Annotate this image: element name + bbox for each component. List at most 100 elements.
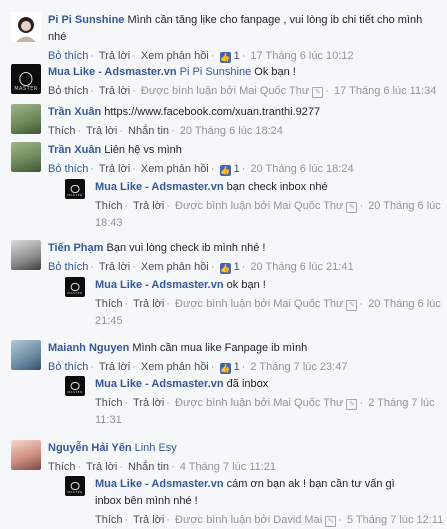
unlike-button[interactable]: Bỏ thích: [48, 361, 88, 373]
logo-icon: [70, 381, 80, 391]
avatar[interactable]: [11, 142, 41, 172]
timestamp[interactable]: 20 Tháng 6 lúc 21:41: [250, 261, 353, 273]
mention-link[interactable]: Pi Pi Sunshine: [180, 66, 252, 78]
comment-author[interactable]: Mua Like - Adsmaster.vn: [95, 181, 224, 193]
like-count[interactable]: 1: [234, 163, 240, 175]
avatar[interactable]: [11, 12, 41, 42]
posted-by-text: Được bình luận bởi Mai Quốc Thư: [175, 298, 344, 310]
comment: Pi Pi Sunshine Mình cần tăng lịke cho fa…: [0, 12, 447, 63]
reply-button[interactable]: Trả lời: [133, 298, 164, 310]
posted-by-text: Được bình luận bởi Mai Quốc Thư: [175, 200, 344, 212]
avatar-logo-text: MASTER: [14, 85, 38, 92]
reply-button[interactable]: Trả lời: [86, 125, 117, 137]
like-count[interactable]: 1: [234, 261, 240, 273]
reply-button[interactable]: Trả lời: [99, 50, 130, 62]
unlike-button[interactable]: Bỏ thích: [48, 261, 88, 273]
unlike-button[interactable]: Bỏ thích: [48, 50, 88, 62]
comment-author[interactable]: Nguyễn Hải Yến: [48, 442, 132, 454]
posted-by-text: Được bình luận bởi David Mai: [175, 514, 323, 526]
comment-author[interactable]: Trần Xuân: [48, 144, 101, 156]
reply-button[interactable]: Trả lời: [99, 261, 130, 273]
timestamp[interactable]: 2 Tháng 7 lúc 23:47: [250, 361, 347, 373]
like-button[interactable]: Thích: [95, 200, 123, 212]
page-avatar[interactable]: MASTER: [11, 64, 41, 94]
avatar-logo-text: MASTER: [67, 193, 83, 198]
comment: Maianh Nguyen Mình cần mua like Fanpage …: [0, 340, 447, 374]
avatar[interactable]: [11, 240, 41, 270]
reply-button[interactable]: Trả lời: [133, 514, 164, 526]
reply: MASTER Mua Like - Adsmaster.vn đã inbox …: [65, 376, 447, 426]
timestamp[interactable]: 20 Tháng 6 lúc 18:24: [180, 125, 283, 137]
avatar[interactable]: [11, 340, 41, 370]
comment-text: Ok bạn !: [254, 66, 296, 78]
like-icon: 👍: [219, 165, 231, 176]
timestamp[interactable]: 4 Tháng 7 lúc 11:21: [180, 461, 276, 473]
edit-icon[interactable]: ✎: [346, 202, 358, 213]
unlike-button[interactable]: Bỏ thích: [48, 85, 88, 97]
comment-author[interactable]: Mua Like - Adsmaster.vn: [95, 378, 224, 390]
reply-button[interactable]: Trả lời: [133, 200, 164, 212]
like-button[interactable]: Thích: [95, 397, 123, 409]
comment-author[interactable]: Mua Like - Adsmaster.vn: [48, 66, 177, 78]
timestamp[interactable]: 20 Tháng 6 lúc 18:24: [250, 163, 353, 175]
comment-author[interactable]: Mua Like - Adsmaster.vn: [95, 478, 224, 490]
like-button[interactable]: Thích: [48, 125, 76, 137]
reply-button[interactable]: Trả lời: [99, 163, 130, 175]
reply-button[interactable]: Trả lời: [99, 85, 130, 97]
mention-link[interactable]: Linh Esy: [135, 442, 177, 454]
page-avatar[interactable]: MASTER: [65, 179, 85, 199]
unlike-button[interactable]: Bỏ thích: [48, 163, 88, 175]
like-count[interactable]: 1: [234, 361, 240, 373]
message-button[interactable]: Nhắn tin: [128, 461, 169, 473]
like-button[interactable]: Thích: [48, 461, 76, 473]
posted-by-text: Được bình luận bởi Mai Quốc Thư: [140, 85, 310, 97]
like-icon: 👍: [219, 363, 231, 374]
logo-icon: [70, 481, 80, 491]
comment: Nguyễn Hải Yến Linh Esy Thích · Trả lời · …: [0, 440, 447, 473]
timestamp[interactable]: 5 Tháng 7 lúc 12:11: [347, 514, 443, 526]
comment: Tiến Phạm Bạn vui lòng check ib mình nhé…: [0, 240, 447, 274]
like-icon: 👍: [219, 263, 231, 274]
reply: MASTER Mua Like - Adsmaster.vn ok bạn ! …: [65, 277, 447, 327]
page-avatar[interactable]: MASTER: [65, 376, 85, 396]
comment-author[interactable]: Maianh Nguyen: [48, 342, 129, 354]
edit-icon[interactable]: ✎: [346, 300, 358, 311]
view-replies-button[interactable]: Xem phản hồi: [141, 261, 209, 273]
timestamp[interactable]: 17 Tháng 6 lúc 11:34: [334, 85, 436, 97]
like-count[interactable]: 1: [234, 50, 240, 62]
reply: MASTER Mua Like - Adsmaster.vn cám ơn bạ…: [65, 476, 447, 527]
like-icon: 👍: [219, 52, 231, 63]
comment-text: Liên hệ vs mình: [104, 144, 182, 156]
avatar[interactable]: [11, 104, 41, 134]
comment: MASTER Mua Like - Adsmaster.vn Pi Pi Sun…: [0, 64, 447, 100]
timestamp[interactable]: 17 Tháng 6 lúc 10:12: [250, 50, 353, 62]
reply-button[interactable]: Trả lời: [99, 361, 130, 373]
like-button[interactable]: Thích: [95, 298, 123, 310]
comment: Trần Xuân https://www.facebook.com/xuan.…: [0, 104, 447, 137]
reply: MASTER Mua Like - Adsmaster.vn bạn check…: [65, 179, 447, 229]
avatar-logo-text: MASTER: [67, 291, 83, 296]
view-replies-button[interactable]: Xem phản hồi: [141, 163, 209, 175]
comment-link[interactable]: https://www.facebook.com/xuan.tranthi.92…: [104, 106, 320, 118]
reply-button[interactable]: Trả lời: [86, 461, 117, 473]
reply-button[interactable]: Trả lời: [133, 397, 164, 409]
view-replies-button[interactable]: Xem phản hồi: [141, 50, 209, 62]
view-replies-button[interactable]: Xem phản hồi: [141, 361, 209, 373]
avatar-logo-text: MASTER: [67, 490, 83, 495]
posted-by-text: Được bình luận bởi Mai Quốc Thư: [175, 397, 344, 409]
like-button[interactable]: Thích: [95, 514, 123, 526]
edit-icon[interactable]: ✎: [346, 399, 358, 410]
avatar[interactable]: [11, 440, 41, 470]
edit-icon[interactable]: ✎: [312, 87, 324, 98]
comment-text: Bạn vui lòng check ib mình nhé !: [106, 242, 266, 254]
page-avatar[interactable]: MASTER: [65, 476, 85, 496]
comment-author[interactable]: Tiến Phạm: [48, 242, 103, 254]
logo-icon: [70, 282, 80, 292]
comment-author[interactable]: Pi Pi Sunshine: [48, 14, 124, 26]
message-button[interactable]: Nhắn tin: [128, 125, 169, 137]
comment-author[interactable]: Mua Like - Adsmaster.vn: [95, 279, 224, 291]
avatar-image: [11, 12, 41, 42]
comment-text: ok bạn !: [226, 279, 266, 291]
comment-author[interactable]: Trần Xuân: [48, 106, 101, 118]
page-avatar[interactable]: MASTER: [65, 277, 85, 297]
